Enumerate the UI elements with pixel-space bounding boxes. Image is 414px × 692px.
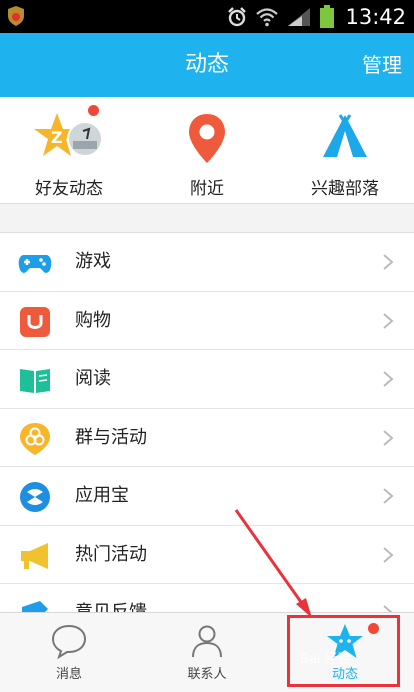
chevron-right-icon <box>383 546 394 563</box>
gamepad-icon <box>18 255 52 273</box>
quick-entry-label: 附近 <box>190 179 224 199</box>
list-item-label: 游戏 <box>75 251 111 272</box>
list-item-label: 群与活动 <box>75 426 147 448</box>
manage-button[interactable]: 管理 <box>362 33 402 97</box>
shield-notification-icon <box>8 6 24 26</box>
quick-entry-label: 好友动态 <box>35 179 103 199</box>
list-item-reading[interactable]: 阅读 <box>0 350 414 409</box>
alarm-clock-icon <box>228 7 247 27</box>
book-icon <box>20 369 50 393</box>
watermark: Bai 经验 <box>300 652 351 667</box>
page-title: 动态 <box>184 52 229 77</box>
wifi-icon <box>256 8 279 27</box>
feedback-icon <box>22 601 48 612</box>
list-item-label: 意见反馈 <box>75 584 147 612</box>
list-item-label: 阅读 <box>75 368 111 389</box>
chevron-right-icon <box>383 605 393 612</box>
tab-messages[interactable]: 消息 <box>0 613 138 692</box>
list-item-label: 应用宝 <box>75 485 129 506</box>
location-pin-icon <box>189 114 225 163</box>
chevron-right-icon <box>383 254 394 270</box>
tab-label: 联系人 <box>187 667 227 682</box>
friend-feed-star-icon: Z <box>34 113 103 157</box>
notification-dot <box>88 105 99 116</box>
list-item-feedback[interactable]: 意见反馈 <box>0 584 414 612</box>
tribe-tent-icon <box>323 114 367 157</box>
status-bar: 13:42 <box>0 0 414 33</box>
app-header: 动态 管理 <box>0 33 414 97</box>
tab-label: 消息 <box>55 667 82 682</box>
quick-entry-interest-tribe[interactable]: 兴趣部落 <box>276 97 414 203</box>
quick-entry-label: 兴趣部落 <box>311 179 379 199</box>
app-store-icon <box>20 482 50 512</box>
quick-entry-grid: Z 好友动态 附近 兴趣部落 <box>0 97 414 204</box>
chevron-right-icon <box>383 312 394 329</box>
megaphone-icon <box>21 542 48 569</box>
signal-strength-icon <box>288 8 311 26</box>
svg-text:Z: Z <box>51 128 63 147</box>
list-item-shopping[interactable]: 购物 <box>0 292 414 350</box>
tab-contacts[interactable]: 联系人 <box>138 613 276 692</box>
shopping-bag-icon <box>20 306 50 337</box>
feature-list: 游戏 购物 阅读 群与活动 应用宝 热门活动 <box>0 232 414 612</box>
chevron-right-icon <box>383 429 394 446</box>
list-item-label: 购物 <box>75 309 111 331</box>
list-item-hot-activities[interactable]: 热门活动 <box>0 526 414 584</box>
list-item-label: 热门活动 <box>75 543 147 565</box>
status-time: 13:42 <box>345 5 406 29</box>
quick-entry-friend-feed[interactable]: Z 好友动态 <box>0 97 138 203</box>
battery-icon <box>320 5 335 28</box>
message-bubble-icon <box>51 624 87 659</box>
contacts-person-icon <box>192 625 222 658</box>
chevron-right-icon <box>383 488 394 504</box>
list-item-groups-activities[interactable]: 群与活动 <box>0 409 414 467</box>
list-item-game[interactable]: 游戏 <box>0 233 414 292</box>
group-activity-icon <box>20 422 50 455</box>
quick-entry-nearby[interactable]: 附近 <box>138 97 276 203</box>
chevron-right-icon <box>383 371 394 387</box>
list-item-app-store[interactable]: 应用宝 <box>0 467 414 526</box>
